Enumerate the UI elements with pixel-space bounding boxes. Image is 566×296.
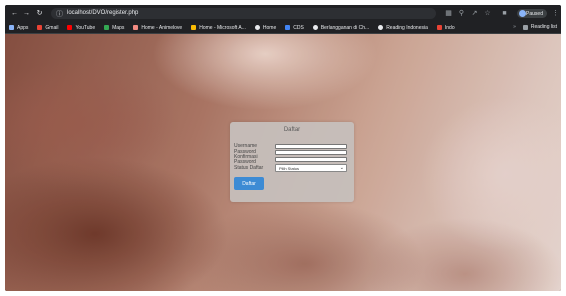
bookmark-label: Reading Indonesia — [386, 24, 428, 31]
share-icon[interactable]: ↗ — [470, 9, 479, 18]
bookmark-label: YouTube — [75, 24, 96, 31]
forward-arrow-icon[interactable]: → — [22, 9, 31, 18]
bookmark-label: Home - Animelove — [141, 24, 183, 31]
page-background: Daftar Username Password Konfirmasi Pass… — [5, 34, 561, 291]
confirm-password-label: Konfirmasi Password — [234, 154, 258, 165]
profile-button[interactable]: Paused — [517, 9, 547, 18]
bookmark-cds[interactable]: CDS — [285, 25, 304, 31]
cds-icon — [285, 25, 291, 30]
status-select-value: Pilih Status — [279, 165, 300, 171]
bookmark-label: Home — [262, 24, 277, 31]
bookmark-berlangganan[interactable]: Berlangganan di Ch... — [312, 24, 370, 31]
bookmark-home[interactable]: Home — [254, 24, 277, 31]
maps-icon — [104, 25, 110, 30]
bookmark-label: Home - Microsoft A... — [199, 24, 246, 31]
bookmark-label: Maps — [112, 24, 125, 31]
browser-toolbar: ← → ↻ ⓘ localhost/DVO/register.php ▦ ⚲ ↗… — [5, 5, 561, 22]
profile-label: Paused — [526, 10, 543, 17]
status-select[interactable]: Pilih Status ⌄ — [275, 164, 347, 172]
chevron-more-icon[interactable]: » — [513, 24, 516, 30]
google-icon — [312, 25, 318, 30]
extensions-puzzle-icon[interactable]: ■ — [500, 9, 509, 18]
status-label: Status Daftar — [234, 165, 264, 171]
avatar — [519, 10, 526, 17]
bookmark-reading-indonesia[interactable]: Reading Indonesia — [378, 25, 428, 31]
reading-list-label: Reading list — [530, 24, 557, 30]
translate-icon[interactable]: ▦ — [444, 9, 453, 18]
menu-kebab-icon[interactable]: ⋮ — [551, 9, 560, 18]
address-bar[interactable]: ⓘ localhost/DVO/register.php — [51, 8, 436, 19]
browser-window: ← → ↻ ⓘ localhost/DVO/register.php ▦ ⚲ ↗… — [5, 5, 561, 291]
reading-list-button[interactable]: » Reading list — [513, 24, 557, 30]
github-icon — [254, 25, 260, 30]
bookmarks-bar: Apps Gmail YouTube Maps Home - Animelove… — [5, 22, 561, 34]
microsoft-icon — [191, 25, 197, 30]
password-input[interactable] — [275, 150, 347, 155]
reload-icon[interactable]: ↻ — [35, 9, 44, 18]
daftar-button[interactable]: Daftar — [234, 177, 264, 190]
bookmark-gmail[interactable]: Gmail — [37, 25, 58, 31]
bookmark-indo[interactable]: Indo — [436, 24, 455, 31]
bookmark-label: Gmail — [45, 24, 59, 31]
bookmark-apps[interactable]: Apps — [9, 25, 28, 31]
register-form: Daftar Username Password Konfirmasi Pass… — [230, 122, 354, 202]
site-info-icon[interactable]: ⓘ — [56, 9, 63, 19]
bookmark-label: Indo — [444, 24, 455, 31]
reading-list-icon — [522, 24, 528, 30]
zoom-icon[interactable]: ⚲ — [457, 9, 466, 18]
bookmark-label: CDS — [293, 24, 304, 31]
chevron-down-icon: ⌄ — [339, 165, 344, 171]
indo-icon — [436, 25, 442, 30]
bookmark-label: Apps — [17, 24, 29, 31]
bookmark-label: Berlangganan di Ch... — [320, 24, 370, 31]
back-arrow-icon[interactable]: ← — [10, 9, 19, 18]
bookmark-star-icon[interactable]: ☆ — [483, 9, 492, 18]
bookmark-animelove[interactable]: Home - Animelove — [133, 25, 182, 31]
username-input[interactable] — [275, 144, 347, 149]
confirm-password-input[interactable] — [275, 157, 347, 162]
youtube-icon — [67, 25, 73, 30]
page-icon — [133, 25, 139, 30]
bookmark-maps[interactable]: Maps — [104, 25, 124, 31]
apps-grid-icon — [9, 25, 14, 30]
bookmark-microsoft[interactable]: Home - Microsoft A... — [191, 25, 246, 31]
bookmark-youtube[interactable]: YouTube — [67, 25, 95, 31]
gmail-icon — [37, 25, 43, 30]
url-text: localhost/DVO/register.php — [67, 10, 139, 16]
google-icon — [378, 25, 384, 30]
form-title: Daftar — [283, 127, 301, 133]
